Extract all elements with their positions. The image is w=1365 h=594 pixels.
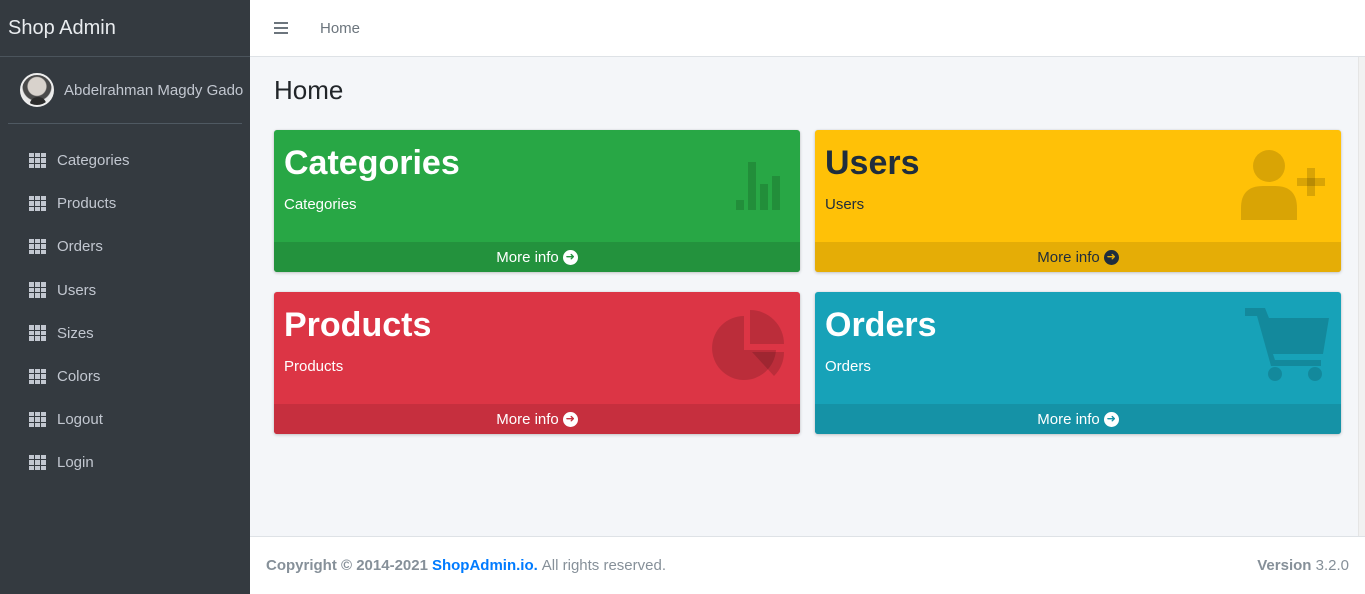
small-box-users: Users Users More info ➜	[815, 130, 1341, 272]
arrow-circle-right-icon: ➜	[1103, 411, 1119, 427]
content-wrapper: Home Categories Categories More info ➜ U…	[250, 57, 1358, 536]
user-plus-icon	[1241, 150, 1325, 220]
scrollbar[interactable]	[1358, 57, 1365, 594]
sidebar-item-sizes[interactable]: Sizes	[0, 312, 250, 355]
sidebar-item-label: Users	[57, 281, 97, 299]
shopadmin-link[interactable]: ShopAdmin.io.	[432, 557, 538, 574]
sidebar-item-colors[interactable]: Colors	[0, 355, 250, 398]
rights-text: All rights reserved.	[541, 557, 666, 574]
sidebar-item-label: Products	[57, 195, 117, 213]
more-info-link[interactable]: More info ➜	[274, 242, 800, 272]
copyright-text: Copyright © 2014-2021	[266, 557, 428, 574]
more-info-label: More info	[1037, 248, 1100, 266]
main-footer: Copyright © 2014-2021 ShopAdmin.io. All …	[250, 536, 1365, 594]
sidebar-item-users[interactable]: Users	[0, 269, 250, 312]
sidebar-item-products[interactable]: Products	[0, 182, 250, 225]
arrow-circle-right-icon: ➜	[562, 249, 578, 265]
brand-link[interactable]: Shop Admin	[0, 0, 250, 57]
sidebar: Shop Admin Abdelrahman Magdy Gado Catego…	[0, 0, 250, 594]
th-icon	[29, 411, 46, 428]
brand-text: Shop Admin	[8, 16, 116, 39]
th-icon	[29, 152, 46, 169]
more-info-label: More info	[1037, 410, 1100, 428]
sidebar-item-logout[interactable]: Logout	[0, 398, 250, 441]
sidebar-item-label: Logout	[57, 411, 103, 429]
more-info-link[interactable]: More info ➜	[815, 242, 1341, 272]
version-label: Version	[1257, 557, 1312, 574]
user-panel: Abdelrahman Magdy Gado	[8, 57, 243, 124]
more-info-label: More info	[496, 248, 559, 266]
th-icon	[29, 238, 46, 255]
arrow-circle-right-icon: ➜	[1103, 249, 1119, 265]
avatar[interactable]	[20, 73, 54, 107]
box-subtitle: Categories	[284, 196, 357, 213]
sidebar-item-label: Orders	[57, 238, 103, 256]
th-icon	[29, 282, 46, 298]
sidebar-item-login[interactable]: Login	[0, 441, 250, 484]
page-title: Home	[274, 75, 344, 105]
shopping-cart-icon	[1245, 308, 1329, 381]
menu-toggle-icon[interactable]	[274, 22, 288, 34]
bar-chart-icon	[736, 162, 780, 210]
sidebar-item-orders[interactable]: Orders	[0, 225, 250, 268]
nav-home-link[interactable]: Home	[320, 20, 360, 37]
top-navbar: Home	[250, 0, 1365, 57]
sidebar-item-categories[interactable]: Categories	[0, 139, 250, 182]
box-title: Categories	[284, 144, 460, 182]
more-info-link[interactable]: More info ➜	[815, 404, 1341, 434]
th-icon	[29, 454, 46, 471]
sidebar-item-label: Colors	[57, 368, 101, 386]
user-name[interactable]: Abdelrahman Magdy Gado	[64, 82, 243, 99]
small-box-orders: Orders Orders More info ➜	[815, 292, 1341, 434]
sidebar-item-label: Categories	[57, 152, 130, 170]
more-info-link[interactable]: More info ➜	[274, 404, 800, 434]
small-box-products: Products Products More info ➜	[274, 292, 800, 434]
th-icon	[29, 325, 46, 341]
arrow-circle-right-icon: ➜	[562, 411, 578, 427]
small-box-categories: Categories Categories More info ➜	[274, 130, 800, 272]
th-icon	[29, 195, 46, 212]
more-info-label: More info	[496, 410, 559, 428]
th-icon	[29, 368, 46, 385]
sidebar-item-label: Sizes	[57, 324, 94, 342]
version-info: Version 3.2.0	[1257, 557, 1349, 574]
version-value: 3.2.0	[1315, 557, 1349, 574]
pie-chart-icon	[712, 310, 784, 380]
sidebar-item-label: Login	[57, 454, 94, 472]
sidebar-nav: Categories Products Orders Users Sizes C…	[0, 139, 250, 485]
